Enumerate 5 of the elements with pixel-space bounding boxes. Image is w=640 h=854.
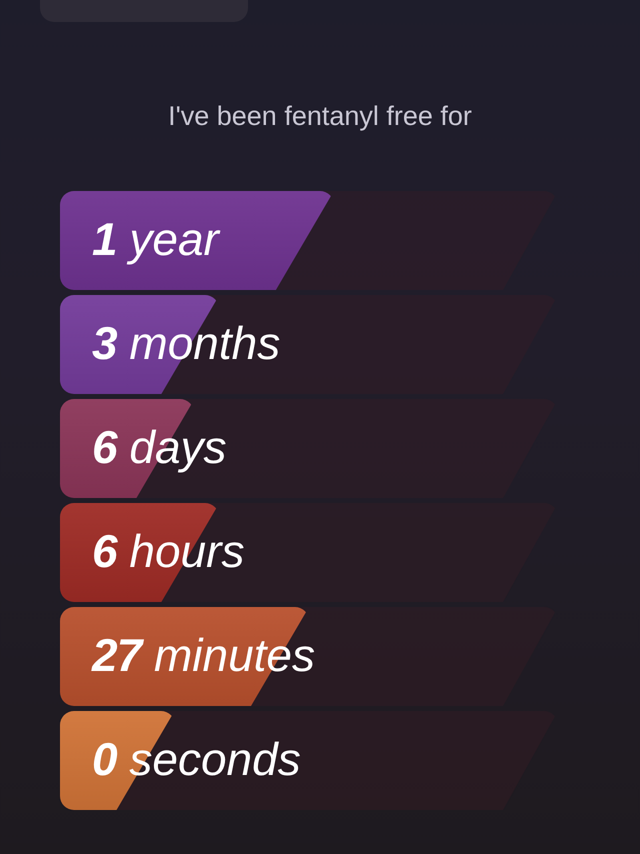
- heading: I've been fentanyl free for: [167, 100, 473, 132]
- duration-label: 6 hours: [92, 525, 244, 577]
- duration-label: 1 year: [92, 213, 219, 265]
- duration-label: 3 months: [92, 317, 280, 369]
- duration-label: 6 days: [92, 421, 227, 473]
